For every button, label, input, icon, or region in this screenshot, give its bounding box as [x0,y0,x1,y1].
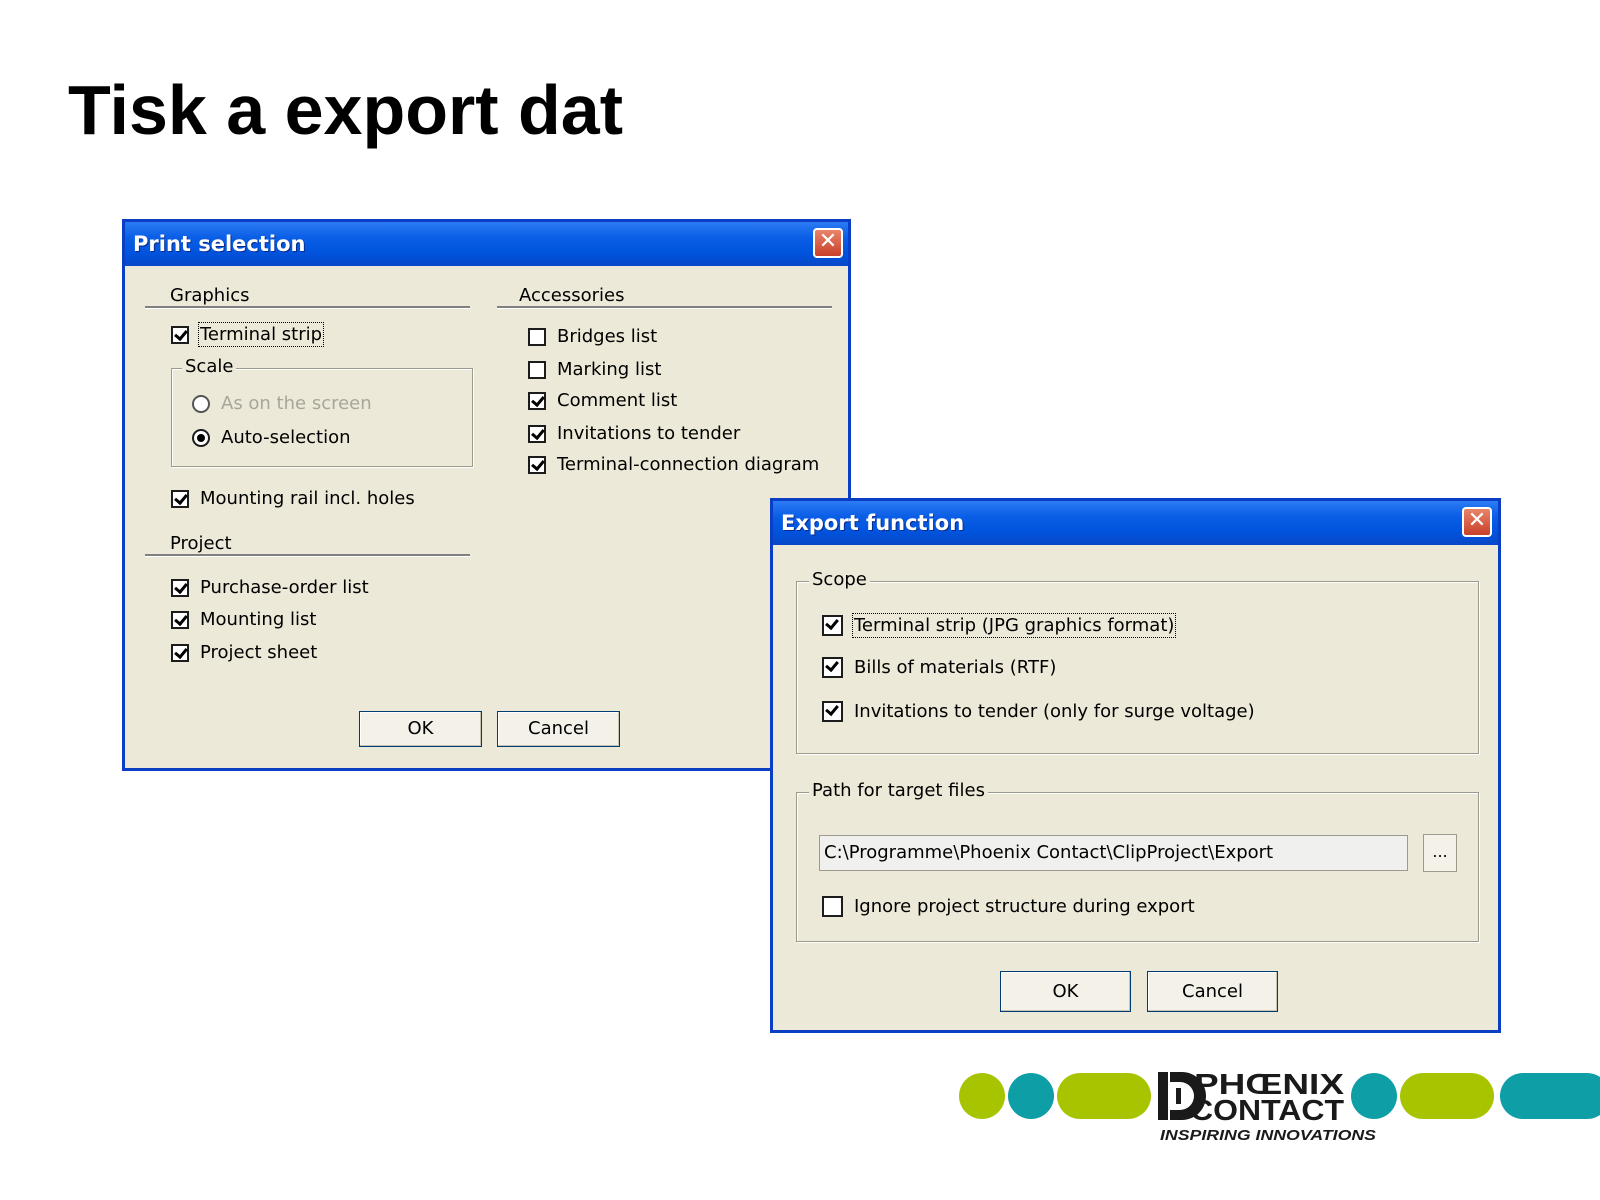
mounting-list-checkbox[interactable]: Mounting list [171,609,316,630]
scale-option-auto-selection[interactable]: Auto-selection [192,427,351,448]
logo-tagline: INSPIRING INNOVATIONS [1160,1127,1376,1144]
terminal-strip-jpg-checkbox[interactable]: Terminal strip (JPG graphics format) [822,613,1177,638]
checkbox-box[interactable] [528,360,546,379]
logo-pill-lime-2 [1400,1073,1494,1119]
scale-legend: Scale [182,356,237,377]
export-cancel-button[interactable]: Cancel [1147,971,1278,1012]
project-sheet-label: Project sheet [200,642,318,663]
checkbox-box[interactable] [171,643,189,662]
logo-dot-lime [959,1073,1005,1119]
print-dialog-close-button[interactable]: ✕ [813,228,843,258]
accessories-separator [497,306,832,309]
comment-list-checkbox[interactable]: Comment list [528,390,677,411]
logo-pill-teal [1500,1073,1600,1119]
export-function-dialog: Export function ✕ Scope Terminal strip (… [770,498,1501,1033]
target-path-input[interactable]: C:\Programme\Phoenix Contact\ClipProject… [819,835,1408,871]
accessories-heading: Accessories [519,285,625,306]
ignore-structure-checkbox[interactable]: Ignore project structure during export [822,896,1195,917]
terminal-strip-checkbox[interactable]: Terminal strip [171,322,325,347]
mounting-rail-label: Mounting rail incl. holes [200,488,415,509]
print-dialog-title: Print selection [133,232,306,256]
logo-graphic: PHŒNIX CONTACT INSPIRING INNOVATIONS [959,1069,1600,1144]
auto-selection-label: Auto-selection [221,427,351,448]
checkbox-box[interactable] [528,424,546,443]
phoenix-contact-logo: PHŒNIX CONTACT INSPIRING INNOVATIONS [958,1064,1600,1154]
bridges-list-checkbox[interactable]: Bridges list [528,326,657,347]
bills-of-materials-label: Bills of materials (RTF) [854,657,1057,678]
print-ok-button[interactable]: OK [359,711,482,747]
export-dialog-title: Export function [781,511,965,535]
print-dialog-titlebar[interactable]: Print selection [125,222,848,266]
browse-button[interactable]: ... [1423,834,1457,872]
scale-option-as-on-screen[interactable]: As on the screen [192,393,372,414]
checkbox-box[interactable] [171,610,189,629]
close-icon: ✕ [1467,508,1487,533]
purchase-order-list-label: Purchase-order list [200,577,369,598]
checkbox-box[interactable] [528,327,546,346]
logo-mark-bar [1158,1072,1168,1120]
graphics-heading: Graphics [170,285,250,306]
invitations-to-tender-label: Invitations to tender [557,423,741,444]
bills-of-materials-checkbox[interactable]: Bills of materials (RTF) [822,657,1056,678]
comment-list-label: Comment list [557,390,678,411]
marking-list-label: Marking list [557,359,662,380]
invitations-surge-voltage-label: Invitations to tender (only for surge vo… [854,701,1255,722]
terminal-connection-diagram-checkbox[interactable]: Terminal-connection diagram [528,454,819,475]
checkbox-box[interactable] [171,489,189,508]
logo-dot-teal [1008,1073,1054,1119]
export-ok-button[interactable]: OK [1000,971,1131,1012]
checkbox-box[interactable] [171,325,189,344]
mounting-list-label: Mounting list [200,609,317,630]
invitations-surge-voltage-checkbox[interactable]: Invitations to tender (only for surge vo… [822,701,1255,722]
as-on-screen-label: As on the screen [221,393,372,414]
project-heading: Project [170,533,232,554]
project-separator [145,554,470,557]
terminal-strip-jpg-label: Terminal strip (JPG graphics format) [851,613,1177,638]
slide-title: Tisk a export dat [68,71,624,149]
ignore-structure-label: Ignore project structure during export [854,896,1195,917]
logo-dot-teal-2 [1351,1073,1397,1119]
purchase-order-list-checkbox[interactable]: Purchase-order list [171,577,369,598]
checkbox-box[interactable] [528,455,546,474]
invitations-to-tender-checkbox[interactable]: Invitations to tender [528,423,740,444]
radio-button[interactable] [192,428,210,447]
logo-pill-lime [1057,1073,1151,1119]
export-dialog-close-button[interactable]: ✕ [1462,507,1492,537]
export-dialog-titlebar[interactable]: Export function [773,501,1498,545]
scope-legend: Scope [809,569,870,590]
logo-mark-pin [1176,1088,1181,1104]
scale-group [171,368,473,467]
logo-line2: CONTACT [1190,1095,1344,1127]
checkbox-box[interactable] [528,391,546,410]
terminal-connection-diagram-label: Terminal-connection diagram [557,454,820,475]
project-sheet-checkbox[interactable]: Project sheet [171,642,317,663]
checkbox-box[interactable] [822,896,843,917]
checkbox-box[interactable] [822,615,843,636]
terminal-strip-label: Terminal strip [197,322,325,347]
graphics-separator [145,306,470,309]
print-cancel-button[interactable]: Cancel [497,711,620,747]
mounting-rail-checkbox[interactable]: Mounting rail incl. holes [171,488,415,509]
checkbox-box[interactable] [171,578,189,597]
path-legend: Path for target files [809,780,988,801]
bridges-list-label: Bridges list [557,326,658,347]
checkbox-box[interactable] [822,657,843,678]
close-icon: ✕ [818,229,838,254]
radio-button[interactable] [192,394,210,413]
print-selection-dialog: Print selection ✕ Graphics Terminal stri… [122,219,851,771]
checkbox-box[interactable] [822,701,843,722]
marking-list-checkbox[interactable]: Marking list [528,359,661,380]
